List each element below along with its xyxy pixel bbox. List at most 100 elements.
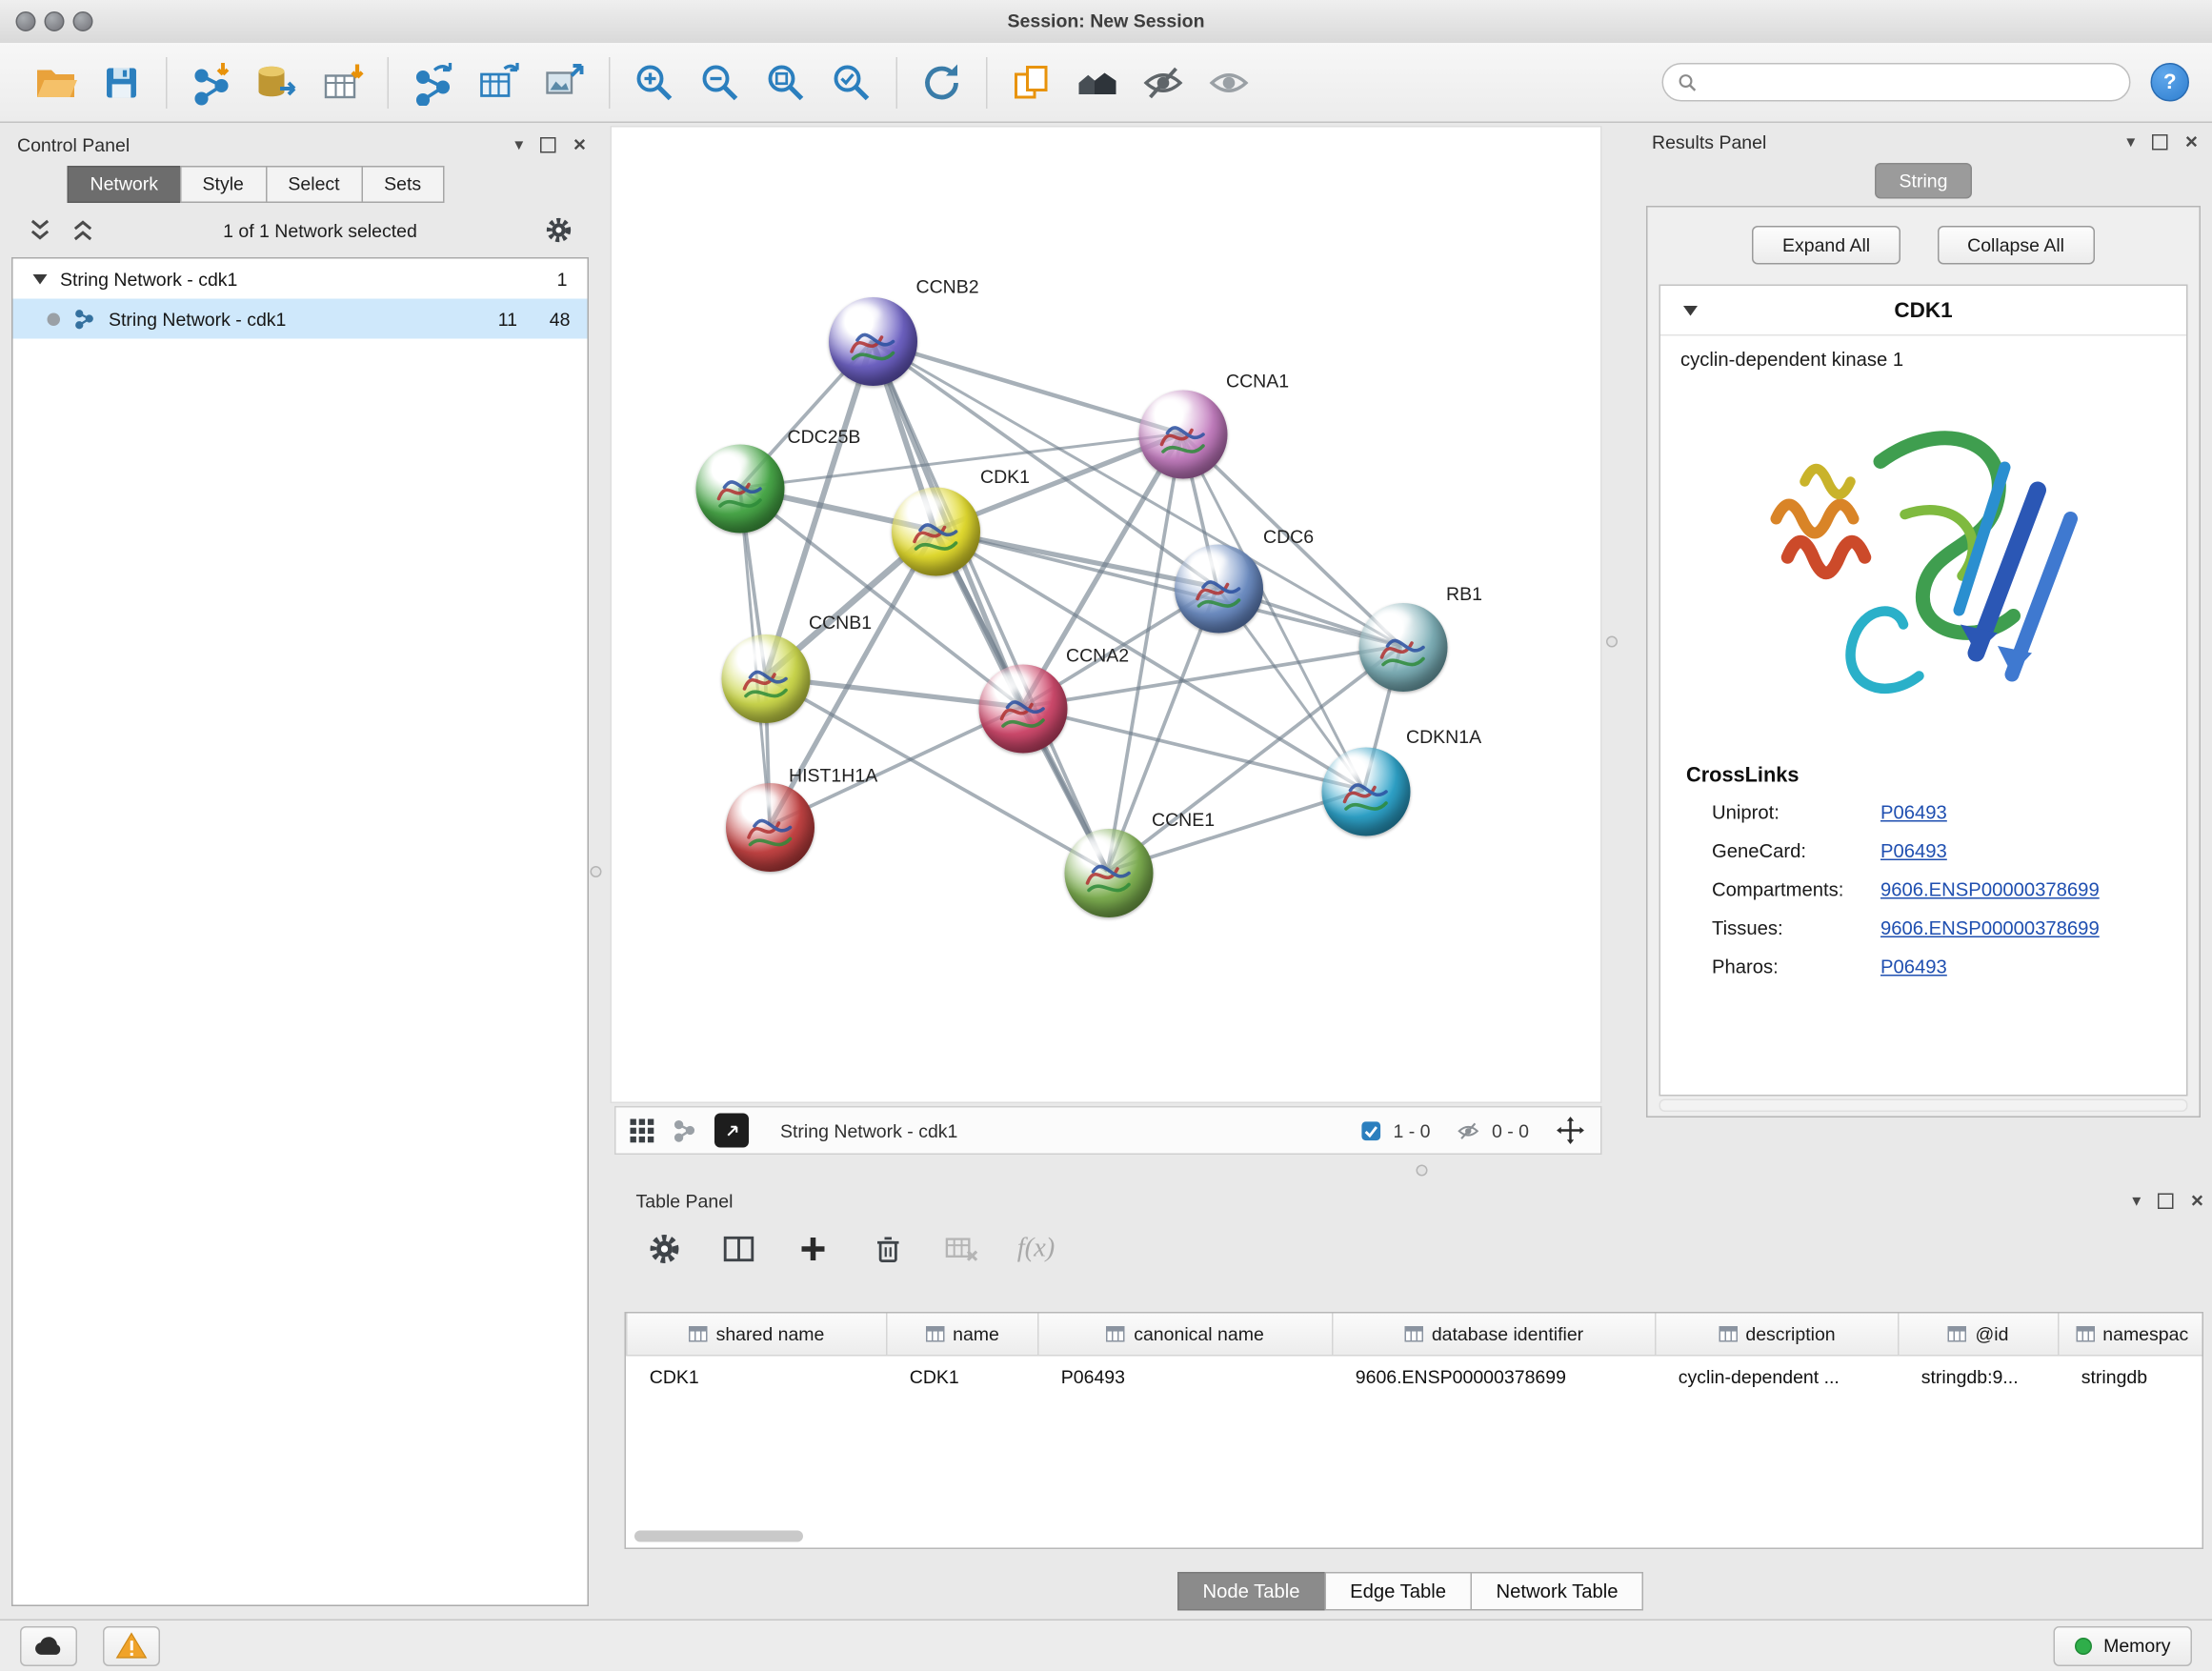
table-horizontal-scrollbar[interactable] <box>634 1531 2194 1544</box>
hide-selected-button[interactable] <box>1136 55 1191 110</box>
results-panel-close-icon[interactable]: × <box>2185 131 2198 152</box>
edge-CCNB2-CCNA1[interactable] <box>873 341 1182 433</box>
clone-documents-button[interactable] <box>1005 55 1059 110</box>
column-header--id[interactable]: @id <box>1899 1314 2059 1356</box>
control-panel-collapse-icon[interactable]: ▾ <box>514 136 523 153</box>
import-network-from-database-button[interactable] <box>251 55 305 110</box>
cell[interactable]: cyclin-dependent ... <box>1656 1356 1899 1398</box>
gear-icon[interactable] <box>543 214 574 246</box>
search-input[interactable] <box>1706 70 2115 95</box>
tab-network-table[interactable]: Network Table <box>1471 1572 1644 1611</box>
tree-expand-icon[interactable] <box>33 273 48 284</box>
cell[interactable]: 9606.ENSP00000378699 <box>1333 1356 1656 1398</box>
import-table-from-file-button[interactable] <box>316 55 371 110</box>
column-header-name[interactable]: name <box>887 1314 1038 1356</box>
search-box[interactable] <box>1662 63 2131 102</box>
network-node-CDC6[interactable] <box>1175 545 1263 634</box>
open-session-button[interactable] <box>29 55 83 110</box>
cell[interactable]: P06493 <box>1038 1356 1333 1398</box>
network-node-CDKN1A[interactable] <box>1322 748 1411 836</box>
tab-sets[interactable]: Sets <box>361 166 444 203</box>
table-panel-close-icon[interactable]: × <box>2191 1190 2203 1212</box>
tab-style[interactable]: Style <box>180 166 267 203</box>
collapse-all-chevrons-icon[interactable] <box>26 216 54 245</box>
network-node-HIST1H1A[interactable] <box>726 783 814 872</box>
create-column-button[interactable] <box>788 1223 839 1275</box>
close-window-button[interactable] <box>16 11 36 31</box>
collapse-all-button[interactable]: Collapse All <box>1938 226 2095 265</box>
new-table-button[interactable] <box>472 55 526 110</box>
column-header-namespac[interactable]: namespac <box>2059 1314 2203 1356</box>
expand-all-button[interactable]: Expand All <box>1752 226 1900 265</box>
cell[interactable]: CDK1 <box>627 1356 887 1398</box>
network-collection-row[interactable]: String Network - cdk1 1 <box>13 259 588 299</box>
new-network-button[interactable] <box>406 55 460 110</box>
table-row[interactable]: CDK1CDK1P064939606.ENSP00000378699cyclin… <box>627 1356 2203 1398</box>
network-row-selected[interactable]: String Network - cdk1 11 48 <box>13 299 588 339</box>
minimize-window-button[interactable] <box>45 11 65 31</box>
refresh-view-button[interactable] <box>915 55 969 110</box>
crosslink-link[interactable]: P06493 <box>1880 956 1947 978</box>
network-view-canvas[interactable]: CCNB2CCNA1CDC25BCDK1CDC6RB1CCNB1CCNA2CDK… <box>611 126 1602 1103</box>
zoom-fit-button[interactable] <box>759 55 814 110</box>
function-builder-button[interactable]: f(x) <box>1011 1223 1062 1275</box>
network-node-RB1[interactable] <box>1359 603 1448 692</box>
table-panel-float-icon[interactable] <box>2158 1193 2174 1209</box>
delete-column-button[interactable] <box>862 1223 914 1275</box>
birds-eye-grid-icon[interactable] <box>631 1118 655 1143</box>
tab-edge-table[interactable]: Edge Table <box>1324 1572 1472 1611</box>
help-button[interactable]: ? <box>2151 63 2190 102</box>
network-overview-icon[interactable] <box>672 1117 697 1143</box>
network-node-CCNB1[interactable] <box>722 634 811 723</box>
zoom-in-button[interactable] <box>628 55 682 110</box>
crosslink-link[interactable]: 9606.ENSP00000378699 <box>1880 879 2100 901</box>
network-node-CCNE1[interactable] <box>1065 829 1154 917</box>
apply-layout-button[interactable] <box>1071 55 1125 110</box>
right-splitter-handle[interactable] <box>1606 636 1618 648</box>
node-table[interactable]: shared namenamecanonical namedatabase id… <box>625 1312 2204 1549</box>
crosslink-link[interactable]: P06493 <box>1880 840 1947 862</box>
import-network-from-file-button[interactable] <box>185 55 239 110</box>
tab-network[interactable]: Network <box>68 166 182 203</box>
edge-CDK1-RB1[interactable] <box>935 531 1401 646</box>
results-panel-collapse-icon[interactable]: ▾ <box>2126 133 2135 151</box>
network-node-CCNB2[interactable] <box>829 297 917 386</box>
cell[interactable]: stringdb <box>2059 1356 2203 1398</box>
column-header-database-identifier[interactable]: database identifier <box>1333 1314 1656 1356</box>
detach-view-button[interactable] <box>714 1114 749 1148</box>
table-panel-collapse-icon[interactable]: ▾ <box>2132 1192 2141 1209</box>
results-panel-float-icon[interactable] <box>2152 133 2168 150</box>
clear-table-button[interactable] <box>936 1223 988 1275</box>
column-header-shared-name[interactable]: shared name <box>627 1314 887 1356</box>
cdk1-section-header[interactable]: CDK1 <box>1660 286 2186 336</box>
control-panel-close-icon[interactable]: × <box>573 133 586 155</box>
show-columns-button[interactable] <box>714 1223 765 1275</box>
section-expand-icon[interactable] <box>1683 305 1698 315</box>
memory-button[interactable]: Memory <box>2054 1626 2192 1666</box>
zoom-window-button[interactable] <box>73 11 93 31</box>
network-node-CCNA1[interactable] <box>1139 391 1228 479</box>
tab-select[interactable]: Select <box>265 166 362 203</box>
left-splitter-handle[interactable] <box>591 866 602 877</box>
network-node-CCNA2[interactable] <box>979 665 1068 754</box>
cell[interactable]: CDK1 <box>887 1356 1038 1398</box>
network-node-CDK1[interactable] <box>892 488 980 576</box>
results-scrollbar[interactable] <box>1659 1099 2188 1113</box>
table-options-button[interactable] <box>639 1223 691 1275</box>
cell[interactable]: stringdb:9... <box>1899 1356 2059 1398</box>
expand-all-chevrons-icon[interactable] <box>69 216 97 245</box>
crosslink-link[interactable]: P06493 <box>1880 802 1947 824</box>
tab-node-table[interactable]: Node Table <box>1176 1572 1325 1611</box>
column-header-canonical-name[interactable]: canonical name <box>1038 1314 1333 1356</box>
crosslink-link[interactable]: 9606.ENSP00000378699 <box>1880 917 2100 939</box>
zoom-selected-button[interactable] <box>825 55 879 110</box>
control-panel-float-icon[interactable] <box>540 136 556 152</box>
save-session-button[interactable] <box>94 55 149 110</box>
horizontal-splitter-handle[interactable] <box>1417 1165 1428 1177</box>
pan-crosshair-icon[interactable] <box>1555 1115 1586 1146</box>
scrollbar-thumb[interactable] <box>634 1531 803 1542</box>
tab-string[interactable]: String <box>1875 163 1972 199</box>
cloud-button[interactable] <box>20 1626 77 1666</box>
warning-button[interactable] <box>103 1626 160 1666</box>
network-node-CDC25B[interactable] <box>696 445 785 534</box>
